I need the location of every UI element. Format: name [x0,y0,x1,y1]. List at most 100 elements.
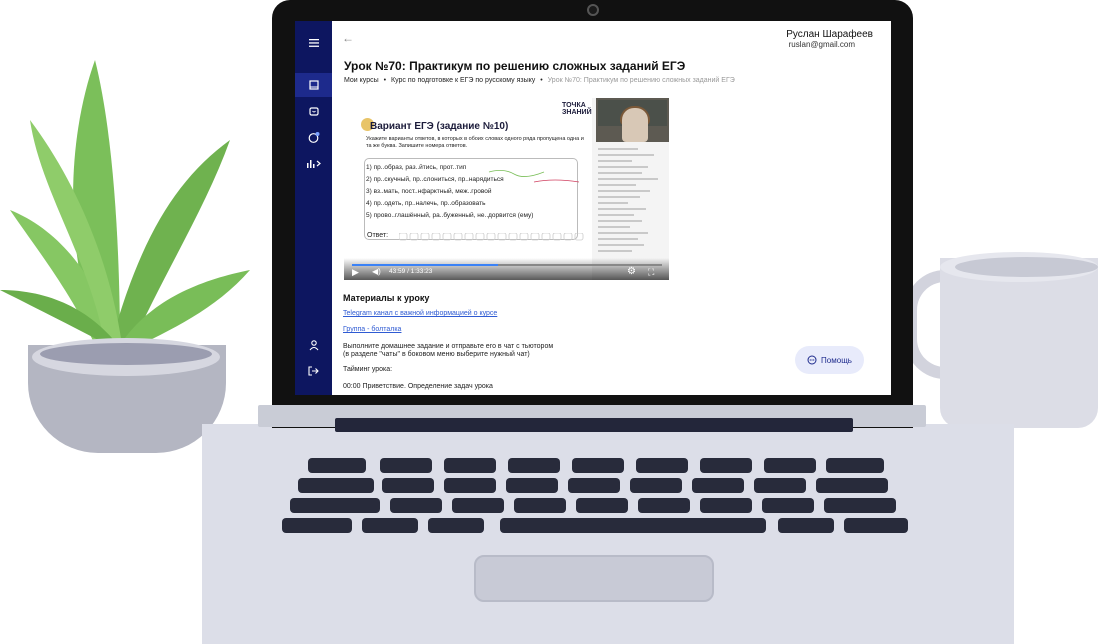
key [514,498,566,513]
user-icon[interactable] [295,333,332,357]
side-note-line [598,184,636,186]
slide-option: 1) пр..образ, раз..йтись, прот..тип [366,164,467,171]
video-player[interactable]: Вариант ЕГЭ (задание №10) Укажите вариан… [344,98,669,280]
volume-icon[interactable]: ◀) [372,267,381,276]
key [282,518,352,533]
key [576,498,628,513]
video-time: 43:59 / 1:33:23 [389,268,433,275]
slide-option: 2) пр..скучный, пр..слониться, пр..наряд… [366,176,504,183]
settings-gear-icon[interactable]: ⚙ [627,266,636,277]
key [444,458,496,473]
brand-logo: ТОЧКА ЗНАНИЙ [562,102,592,116]
keyboard [278,452,916,544]
slide-answer-label: Ответ: [367,232,389,239]
chat-bubble-icon [807,355,817,365]
slide-option: 4) пр..одеть, пр..налечь, пр..образовать [366,200,486,207]
key [506,478,558,493]
chat-group-link[interactable]: Группа - болталка [343,326,401,333]
side-note-line [598,160,632,162]
video-progress-fill [352,264,498,266]
coffee-cup [940,258,1098,428]
breadcrumb: Мои курсы • Курс по подготовке к ЕГЭ по … [344,77,735,84]
answer-cells [399,233,584,241]
key [636,458,688,473]
key [700,498,752,513]
side-note-line [598,172,642,174]
slide-question: Укажите варианты ответов, в которых в об… [366,136,584,149]
breadcrumb-separator: • [540,77,543,84]
back-arrow-icon[interactable]: ← [342,31,354,45]
page-title: Урок №70: Практикум по решению сложных з… [344,59,686,73]
spacebar [500,518,766,533]
key [290,498,380,513]
key [444,478,496,493]
side-note-line [598,226,630,228]
webcam-icon [587,4,599,16]
menu-icon[interactable] [295,31,332,55]
plant-illustration [0,60,250,350]
chat-icon[interactable] [295,125,332,149]
key [700,458,752,473]
key [298,478,374,493]
key [844,518,908,533]
timing-label: Тайминг урока: [343,366,393,373]
key [452,498,504,513]
side-note-line [598,232,648,234]
key [630,478,682,493]
sidebar [295,21,332,395]
homework-hint: (в разделе "чаты" в боковом меню выберит… [343,351,530,358]
side-note-line [598,220,642,222]
video-slide: Вариант ЕГЭ (задание №10) Укажите вариан… [344,98,592,280]
side-note-line [598,250,632,252]
key [778,518,834,533]
key [692,478,744,493]
telegram-channel-link[interactable]: Telegram канал с важной информацией о ку… [343,310,497,317]
breadcrumb-current: Урок №70: Практикум по решению сложных з… [547,77,735,84]
key [508,458,560,473]
help-button-label: Помощь [821,355,852,365]
key [308,458,366,473]
key [380,458,432,473]
plant-pot-soil [40,343,212,365]
key [638,498,690,513]
play-icon[interactable]: ▶ [352,267,359,278]
key [816,478,888,493]
side-note-line [598,208,646,210]
key [754,478,806,493]
user-email: ruslan@gmail.com [788,40,855,49]
handwritten-notes [488,170,580,183]
key [382,478,434,493]
key [390,498,442,513]
teacher-webcam [596,98,669,142]
logout-icon[interactable] [295,359,332,383]
breadcrumb-separator: • [383,77,387,84]
laptop-hinge-slot [335,418,853,432]
slide-title: Вариант ЕГЭ (задание №10) [370,121,509,132]
breadcrumb-my-courses[interactable]: Мои курсы [344,77,379,84]
slide-option: 3) вз..мать, пост..нфарктный, меж..грово… [366,188,492,195]
key [428,518,484,533]
homework-text: Выполните домашнее задание и отправьте е… [343,343,554,350]
key [824,498,896,513]
side-note-line [598,166,648,168]
key [764,458,816,473]
side-note-line [598,202,628,204]
laptop-screen: ← Руслан Шарафеев ruslan@gmail.com Урок … [295,21,891,395]
user-name: Руслан Шарафеев [786,29,873,40]
side-note-line [598,190,650,192]
book-icon[interactable] [295,73,332,97]
teacher-avatar [622,108,648,142]
side-note-line [598,244,644,246]
materials-heading: Материалы к уроку [343,293,430,303]
bag-icon[interactable] [295,99,332,123]
help-button[interactable]: Помощь [795,346,864,374]
breadcrumb-course[interactable]: Курс по подготовке к ЕГЭ по русскому язы… [391,77,535,84]
stats-icon[interactable] [295,151,332,175]
fullscreen-icon[interactable]: ⛶ [648,267,654,278]
slide-option: 5) прово..глашённый, ра..буженный, не..д… [366,212,534,219]
key [572,458,624,473]
touchpad [474,555,714,602]
cup-rim [955,257,1098,277]
key [826,458,884,473]
side-note-line [598,214,634,216]
